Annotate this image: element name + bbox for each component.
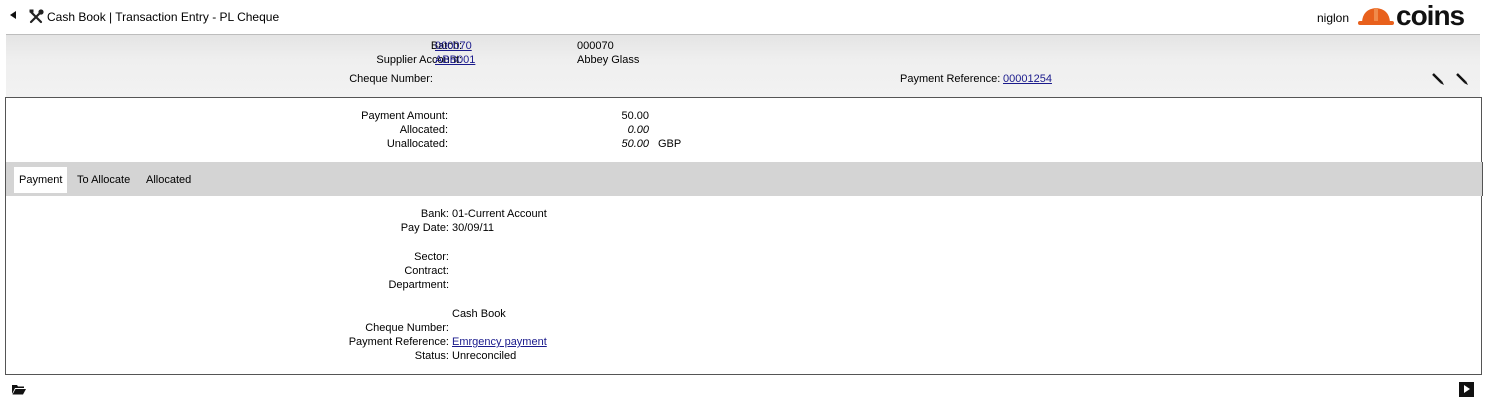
payment-amount-label: Payment Amount: [361, 110, 448, 122]
pay-date-label: Pay Date: [400, 222, 449, 234]
tab-strip: Payment To Allocate Allocated [5, 162, 1483, 196]
detail-payment-reference-link[interactable]: Emrgency payment [452, 336, 547, 348]
batch-link[interactable]: 000070 [435, 40, 472, 52]
payment-amount-value: 50.00 [621, 110, 649, 122]
payment-detail-panel: Bank: 01-Current Account Pay Date: 30/09… [5, 196, 1482, 375]
username[interactable]: niglon [1317, 11, 1349, 25]
edit-pencil-icon-2[interactable] [1455, 72, 1469, 86]
status-value: Unreconciled [452, 350, 517, 362]
title-bar: Cash Book | Transaction Entry - PL Chequ… [0, 0, 1486, 34]
status-label: Status: [414, 350, 449, 362]
cheque-number-label: Cheque Number: [349, 73, 433, 85]
bank-label: Bank: [420, 208, 449, 220]
tab-payment[interactable]: Payment [14, 167, 68, 193]
unallocated-value: 50.00 [621, 138, 649, 150]
sector-label: Sector: [414, 251, 449, 263]
hard-hat-logo-icon [1358, 8, 1394, 25]
allocated-value: 0.00 [627, 124, 649, 136]
header-panel: Batch: 000070 000070 Supplier Account: A… [6, 34, 1480, 97]
tools-icon [29, 9, 44, 24]
tab-to-allocate[interactable]: To Allocate [72, 167, 135, 193]
cash-book-section-title: Cash Book [452, 308, 506, 320]
edit-pencil-icon[interactable] [1431, 72, 1445, 86]
supplier-account-link[interactable]: ABB001 [435, 54, 475, 66]
contract-label: Contract: [404, 265, 449, 277]
payment-reference-label: Payment Reference: [900, 73, 1001, 85]
allocated-label: Allocated: [399, 124, 448, 136]
detail-cheque-number-label: Cheque Number: [365, 322, 449, 334]
amounts-panel: Payment Amount: 50.00 Allocated: 0.00 Un… [5, 97, 1482, 162]
coins-logo: COINS [1396, 0, 1465, 31]
detail-payment-reference-label: Payment Reference: [348, 336, 449, 348]
page-title: Cash Book | Transaction Entry - PL Chequ… [47, 10, 280, 24]
unallocated-label: Unallocated: [386, 138, 448, 150]
batch-description: 000070 [577, 40, 614, 52]
next-arrow-button[interactable] [1459, 382, 1474, 397]
bank-value: 01-Current Account [452, 208, 547, 220]
open-folder-icon[interactable] [12, 383, 26, 395]
supplier-name: Abbey Glass [577, 54, 640, 66]
payment-reference-link[interactable]: 00001254 [1003, 73, 1052, 85]
department-label: Department: [388, 279, 449, 291]
footer-bar [0, 376, 1486, 404]
pay-date-value: 30/09/11 [452, 222, 495, 234]
back-arrow-icon[interactable] [10, 11, 16, 19]
currency-code: GBP [658, 138, 682, 150]
tab-allocated[interactable]: Allocated [141, 167, 196, 193]
